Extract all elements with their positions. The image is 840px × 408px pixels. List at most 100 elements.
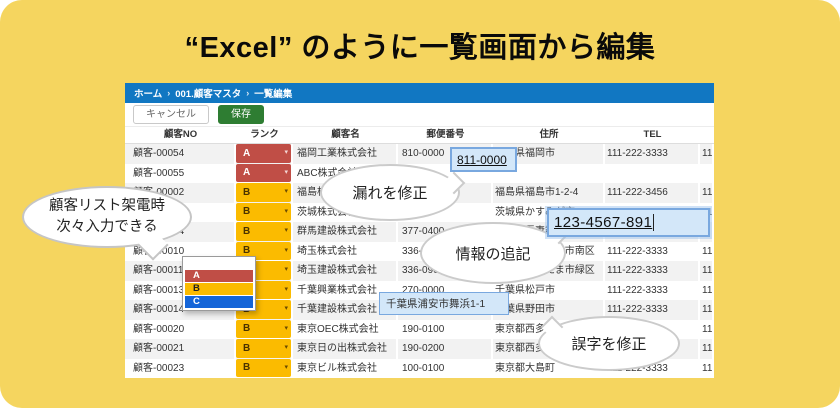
column-header-customer-name: 顧客名 xyxy=(293,127,398,143)
rank-option-c[interactable]: C xyxy=(185,296,253,308)
rank-select[interactable]: A▾ xyxy=(236,164,291,183)
cell-postal-code[interactable]: 190-0100 xyxy=(398,320,493,340)
column-header-customer-no: 顧客NO xyxy=(125,127,236,143)
chevron-down-icon: ▾ xyxy=(284,183,288,202)
table-row: 顧客-00054A▾福岡工業株式会社810-0000福岡県福岡市111-222-… xyxy=(125,144,714,164)
cell-rank: B▾ xyxy=(236,222,293,242)
cell-postal-code[interactable]: 190-0200 xyxy=(398,339,493,359)
postal-code-edit-value: 811-0000 xyxy=(457,153,507,167)
chevron-down-icon: ▾ xyxy=(284,281,288,300)
cell-customer-no[interactable]: 顧客-00020 xyxy=(125,320,236,340)
cell-customer-name[interactable]: 埼玉株式会社 xyxy=(293,242,398,262)
rank-select[interactable]: B▾ xyxy=(236,339,291,358)
note-line-1: 顧客リスト架電時 xyxy=(49,196,165,217)
chevron-down-icon: ▾ xyxy=(284,242,288,261)
cell-address[interactable]: 千葉県松戸市 xyxy=(493,281,605,301)
rank-dropdown-list: ABC xyxy=(182,256,256,311)
cell-tel-extra[interactable] xyxy=(700,164,714,184)
cell-tel-extra[interactable]: 111-2 xyxy=(700,261,714,281)
chevron-down-icon: ▾ xyxy=(284,339,288,358)
cell-tel[interactable]: 111-222-3333 xyxy=(605,261,700,281)
cell-customer-name[interactable]: 福岡工業株式会社 xyxy=(293,144,398,164)
breadcrumb-separator: › xyxy=(167,88,170,98)
cell-tel[interactable]: 111-222-3456 xyxy=(605,183,700,203)
rank-value: B xyxy=(243,320,250,339)
save-button[interactable]: 保存 xyxy=(218,105,264,124)
cell-tel-extra[interactable]: 111-2 xyxy=(700,144,714,164)
cell-tel-extra[interactable]: 111-2 xyxy=(700,281,714,301)
cell-tel-extra[interactable]: 111-2 xyxy=(700,339,714,359)
rank-select[interactable]: B▾ xyxy=(236,183,291,202)
rank-option-blank[interactable] xyxy=(185,259,253,269)
cancel-button[interactable]: キャンセル xyxy=(133,105,209,124)
cell-customer-name[interactable]: 埼玉建設株式会社 xyxy=(293,261,398,281)
cell-tel[interactable]: 111-222-3333 xyxy=(605,144,700,164)
cell-customer-name[interactable]: 東京日の出株式会社 xyxy=(293,339,398,359)
cell-tel[interactable] xyxy=(605,164,700,184)
note-bubble-quick-entry: 顧客リスト架電時 次々入力できる xyxy=(22,186,192,248)
rank-select[interactable]: B▾ xyxy=(236,320,291,339)
cell-rank: A▾ xyxy=(236,164,293,184)
column-header-tel: TEL xyxy=(605,127,700,143)
cell-customer-name[interactable]: 東京OEC株式会社 xyxy=(293,320,398,340)
breadcrumb-item[interactable]: ホーム xyxy=(134,86,162,100)
breadcrumb: ホーム›001.顧客マスタ›一覧編集 xyxy=(125,83,714,103)
column-header-postal-code: 郵便番号 xyxy=(398,127,493,143)
cell-customer-name[interactable]: 東京ビル株式会社 xyxy=(293,359,398,379)
table-header-row: 顧客NOランク顧客名郵便番号住所TEL xyxy=(125,127,714,144)
rank-value: B xyxy=(243,222,250,241)
chevron-down-icon: ▾ xyxy=(284,144,288,163)
column-header-tel-extra xyxy=(700,127,714,143)
cell-customer-no[interactable]: 顧客-00055 xyxy=(125,164,236,184)
cell-rank: B▾ xyxy=(236,203,293,223)
chevron-down-icon: ▾ xyxy=(284,261,288,280)
tel-edit-value: 123-4567-891 xyxy=(554,214,652,231)
column-header-rank: ランク xyxy=(236,127,293,143)
rank-value: B xyxy=(243,359,250,378)
rank-select[interactable]: B▾ xyxy=(236,203,291,222)
chevron-down-icon: ▾ xyxy=(284,164,288,183)
rank-option-a[interactable]: A xyxy=(185,270,253,282)
cell-tel[interactable]: 111-222-3333 xyxy=(605,242,700,262)
cell-customer-name[interactable]: 群馬建設株式会社 xyxy=(293,222,398,242)
cell-tel-extra[interactable]: 111-2 xyxy=(700,320,714,340)
chevron-down-icon: ▾ xyxy=(284,300,288,319)
cell-customer-no[interactable]: 顧客-00021 xyxy=(125,339,236,359)
chevron-down-icon: ▾ xyxy=(284,203,288,222)
cell-tel-extra[interactable]: 111-2 xyxy=(700,300,714,320)
cell-rank: B▾ xyxy=(236,183,293,203)
cell-tel-extra[interactable]: 111-2 xyxy=(700,359,714,379)
breadcrumb-item[interactable]: 001.顧客マスタ xyxy=(175,86,241,100)
cell-customer-no[interactable]: 顧客-00054 xyxy=(125,144,236,164)
address-edit-field[interactable]: 千葉県浦安市舞浜1-1 xyxy=(379,292,509,315)
rank-select[interactable]: B▾ xyxy=(236,222,291,241)
cell-rank: A▾ xyxy=(236,144,293,164)
rank-value: B xyxy=(243,183,250,202)
cell-postal-code[interactable]: 100-0100 xyxy=(398,359,493,379)
rank-select[interactable]: B▾ xyxy=(236,359,291,378)
postal-code-edit-field[interactable]: 811-0000 xyxy=(450,147,517,172)
page-title: “Excel” のように一覧画面から編集 xyxy=(0,24,840,66)
rank-value: B xyxy=(243,203,250,222)
column-header-address: 住所 xyxy=(493,127,605,143)
chevron-down-icon: ▾ xyxy=(284,320,288,339)
app-window: ホーム›001.顧客マスタ›一覧編集 キャンセル 保存 顧客NOランク顧客名郵便… xyxy=(125,83,714,378)
rank-select[interactable]: A▾ xyxy=(236,144,291,163)
address-edit-value: 千葉県浦安市舞浜1-1 xyxy=(386,296,485,311)
chevron-down-icon: ▾ xyxy=(284,359,288,378)
note-line-2: 次々入力できる xyxy=(56,217,157,238)
text-caret xyxy=(653,214,654,231)
cell-rank: B▾ xyxy=(236,339,293,359)
cell-rank: B▾ xyxy=(236,359,293,379)
cell-tel-extra[interactable]: 111-2 xyxy=(700,183,714,203)
bubble-fix-omission: 漏れを修正 xyxy=(320,164,460,221)
tel-edit-field[interactable]: 123-4567-891 xyxy=(547,208,710,237)
rank-value: A xyxy=(243,164,250,183)
rank-option-b[interactable]: B xyxy=(185,283,253,295)
rank-value: A xyxy=(243,144,250,163)
cell-tel-extra[interactable]: 111-2 xyxy=(700,242,714,262)
breadcrumb-item[interactable]: 一覧編集 xyxy=(254,86,292,100)
cell-address[interactable]: 福島県福島市1-2-4 xyxy=(493,183,605,203)
cell-tel[interactable]: 111-222-3333 xyxy=(605,281,700,301)
cell-customer-no[interactable]: 顧客-00023 xyxy=(125,359,236,379)
